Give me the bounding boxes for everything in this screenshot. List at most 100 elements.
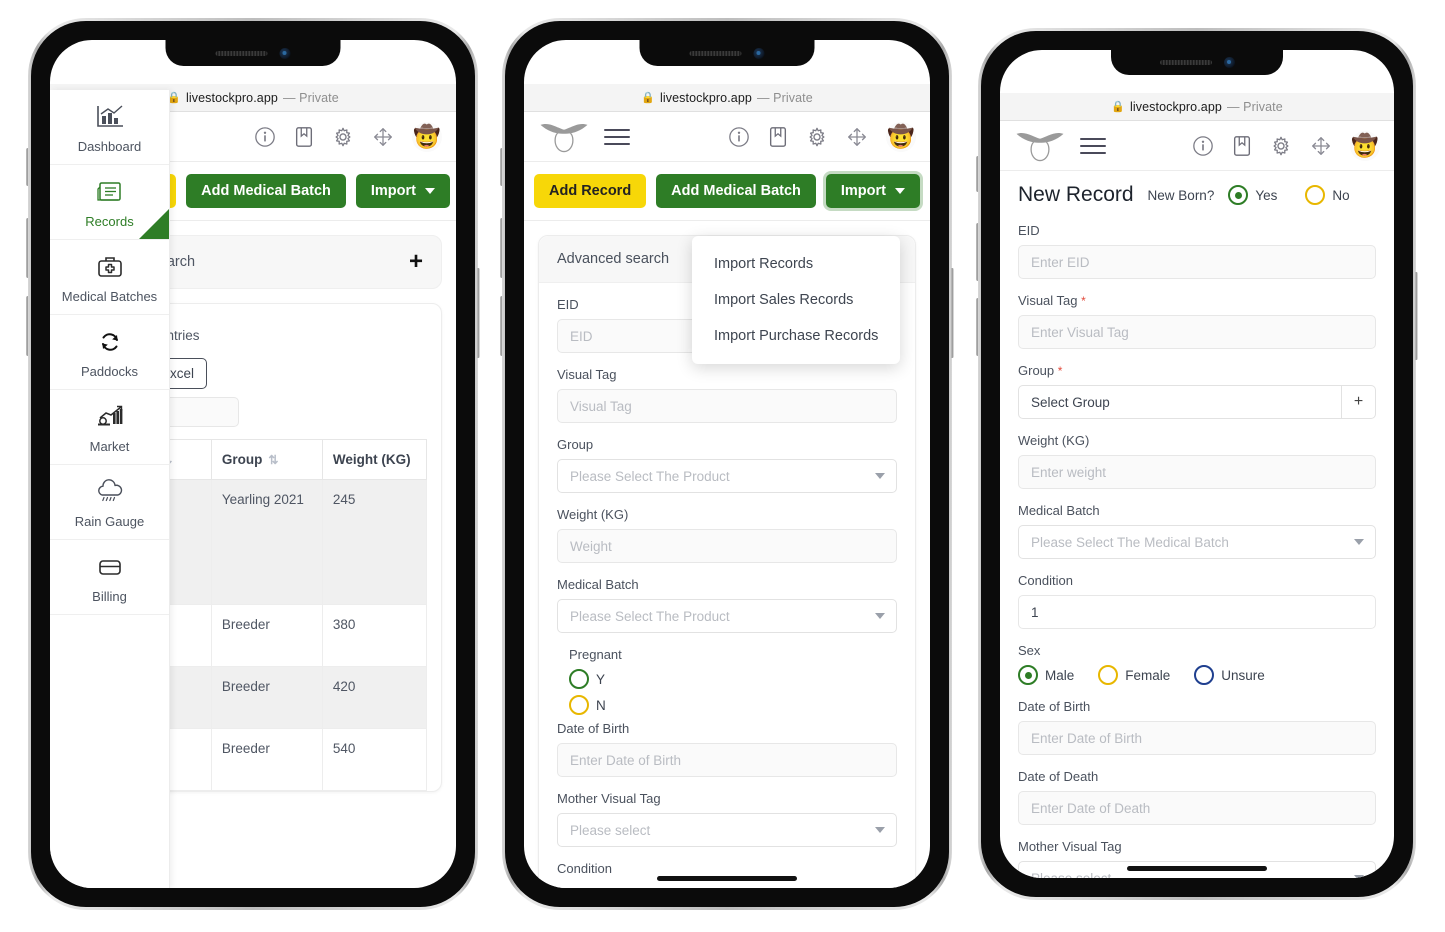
gear-icon[interactable] [806,126,828,148]
front-camera [1223,57,1235,68]
group-select[interactable]: Select Group [1018,385,1342,419]
mother-visual-tag-select[interactable]: Please select [557,813,897,847]
phone-2-power-button[interactable] [951,268,954,358]
book-icon[interactable] [294,126,314,148]
phone-2-volume-down[interactable] [500,296,503,356]
label-group: Group * [1018,363,1063,378]
phone-2-mute-switch[interactable] [500,148,503,186]
info-icon[interactable] [254,126,276,148]
sidebar-item-medical-batches[interactable]: Medical Batches [50,240,169,315]
import-button[interactable]: Import [355,174,450,208]
phone-3-power-button[interactable] [1415,272,1418,360]
first-aid-kit-icon [54,252,165,282]
avatar-emoji: 🤠 [1351,132,1379,158]
medical-batch-select-value: Please Select The Medical Batch [1031,534,1229,550]
weight-input[interactable] [1018,455,1376,489]
medical-batch-select-value: Please Select The Product [570,608,730,624]
weight-input[interactable] [557,529,897,563]
field-eid-3: EID [1000,223,1394,279]
field-visual-tag-3: Visual Tag * [1000,293,1394,349]
safari-url-bar[interactable]: 🔒 livestockpro.app — Private [1000,93,1394,121]
newborn-no-option[interactable]: No [1305,185,1350,205]
import-button-label: Import [370,183,416,199]
medical-batch-select[interactable]: Please Select The Product [557,599,897,633]
visual-tag-input[interactable] [1018,315,1376,349]
app-header-2: 🤠 [524,112,930,162]
add-medical-batch-button[interactable]: Add Medical Batch [656,174,816,208]
sex-unsure-option[interactable]: Unsure [1194,665,1265,685]
plus-icon[interactable]: + [1342,385,1376,419]
menu-item-import-records[interactable]: Import Records [692,246,900,282]
add-medical-batch-button[interactable]: Add Medical Batch [186,174,346,208]
info-icon[interactable] [728,126,750,148]
gear-icon[interactable] [1270,135,1292,157]
column-header-group[interactable]: Group ⇅ [210,439,323,480]
group-select[interactable]: Please Select The Product [557,459,897,493]
safari-url-bar[interactable]: 🔒 livestockpro.app — Private [524,84,930,112]
phone-3-mute-switch[interactable] [976,156,979,192]
book-icon[interactable] [768,126,788,148]
user-avatar[interactable]: 🤠 [412,121,442,152]
document-records-icon [54,177,165,207]
sex-male-option[interactable]: Male [1018,665,1074,685]
earpiece-speaker [689,50,742,56]
import-button[interactable]: Import [825,174,920,208]
lock-icon: 🔒 [1111,101,1126,113]
bar-chart-icon [54,102,165,132]
radio-circle [569,669,589,689]
field-weight-2: Weight (KG) [539,507,915,563]
sidebar-item-dashboard[interactable]: Dashboard [50,90,169,165]
field-dob-3: Date of Birth [1000,699,1394,755]
home-indicator [1127,866,1267,871]
import-button-label: Import [840,183,886,199]
gear-icon[interactable] [332,126,354,148]
user-avatar[interactable]: 🤠 [886,121,916,152]
dob-input[interactable] [1018,721,1376,755]
sex-unsure-label: Unsure [1221,667,1265,683]
pregnant-yes-label: Y [596,671,606,687]
medical-batch-select[interactable]: Please Select The Medical Batch [1018,525,1376,559]
user-avatar[interactable]: 🤠 [1350,130,1380,161]
sidebar-item-market[interactable]: Market [50,390,169,465]
phone-3-volume-down[interactable] [976,298,979,356]
info-icon[interactable] [1192,135,1214,157]
hamburger-menu-icon[interactable] [1080,137,1106,154]
eid-input[interactable] [1018,245,1376,279]
phone-2-volume-up[interactable] [500,218,503,278]
sex-female-option[interactable]: Female [1098,665,1170,685]
add-record-button[interactable]: Add Record [534,174,647,208]
menu-item-import-purchase-records[interactable]: Import Purchase Records [692,318,900,354]
radio-circle [1098,665,1119,685]
menu-item-import-sales-records[interactable]: Import Sales Records [692,282,900,318]
newborn-yes-option[interactable]: Yes [1228,185,1277,205]
sidebar-item-billing[interactable]: Billing [50,540,169,615]
chevron-down-icon [875,473,885,479]
sidebar-item-rain-gauge[interactable]: Rain Gauge [50,465,169,540]
pregnant-no-option[interactable]: N [569,695,883,715]
phone-1-mute-switch[interactable] [26,148,29,186]
plus-icon[interactable]: + [409,250,423,274]
condition-input[interactable] [1018,595,1376,629]
phone-1-volume-up[interactable] [26,218,29,278]
hamburger-menu-icon[interactable] [604,128,630,145]
phone-1-volume-down[interactable] [26,296,29,356]
field-condition-2: Condition [539,861,915,888]
sidebar-item-paddocks[interactable]: Paddocks [50,315,169,390]
label-condition: Condition [1018,573,1073,588]
phone-1-power-button[interactable] [477,268,480,358]
expand-arrows-icon[interactable] [372,126,394,148]
dob-input[interactable] [557,743,897,777]
book-icon[interactable] [1232,135,1252,157]
pregnant-yes-option[interactable]: Y [569,669,883,689]
mother-visual-tag-value: Please select [1031,870,1112,879]
visual-tag-input[interactable] [557,389,897,423]
field-mother-tag-3: Mother Visual Tag Please select [1000,839,1394,878]
expand-arrows-icon[interactable] [1310,135,1332,157]
dod-input[interactable] [1018,791,1376,825]
column-header-weight[interactable]: Weight (KG) [321,439,428,480]
earpiece-speaker [1159,60,1212,65]
sidebar-item-records[interactable]: Records [50,165,169,240]
expand-arrows-icon[interactable] [846,126,868,148]
phone-3-volume-up[interactable] [976,223,979,281]
sidebar-item-label: Paddocks [80,364,139,379]
